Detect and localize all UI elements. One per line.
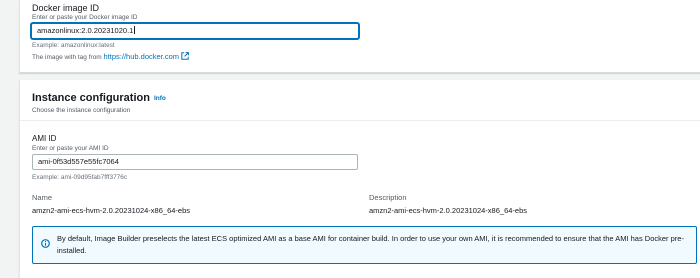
ami-id-value: ami-0f53d557e55fc7064 [38,157,119,166]
text-caret [134,26,136,34]
docker-image-id-example: Example: amazonlinux:latest [32,42,115,49]
docker-image-id-label: Docker image ID [32,3,100,13]
name-label: Name [32,193,53,202]
ami-id-label: AMI ID [32,134,57,143]
docker-image-id-value: amazonlinux:2.0.20231020.1 [37,26,134,35]
docker-image-card: Docker image ID Enter or paste your Dock… [19,0,700,73]
docker-preinstall-info-alert: By default, Image Builder preselects the… [32,226,697,264]
docker-hub-link[interactable]: https://hub.docker.com [104,52,179,61]
ami-id-description: Enter or paste your AMI ID [32,145,109,152]
instance-configuration-subtitle: Choose the instance configuration [32,107,131,114]
instance-configuration-title: Instance configuration Info [32,92,166,104]
ami-id-example: Example: ami-09d95fab7fff3776c [32,174,128,181]
description-value: amzn2-ami-ecs-hvm-2.0.20231024-x86_64-eb… [369,206,527,215]
docker-image-tag-prefix: The image with tag from [32,54,102,61]
instance-configuration-header: Instance configuration Info Choose the in… [20,80,700,121]
info-circle-icon [41,235,50,248]
instance-configuration-title-text: Instance configuration [32,92,150,104]
instance-configuration-card: Instance configuration Info Choose the in… [19,80,700,278]
external-link-icon[interactable] [181,52,189,60]
name-value: amzn2-ami-ecs-hvm-2.0.20231024-x86_64-eb… [32,206,190,215]
description-label: Description [369,193,407,202]
docker-image-tag-line: The image with tag from https://hub.dock… [32,52,189,61]
card-bottom-strip [20,270,700,278]
docker-image-id-input[interactable]: amazonlinux:2.0.20231020.1 [31,23,359,39]
docker-image-id-description: Enter or paste your Docker image ID [32,14,138,21]
ami-id-input[interactable]: ami-0f53d557e55fc7064 [32,154,358,170]
info-link[interactable]: Info [154,95,166,102]
alert-message: By default, Image Builder preselects the… [57,234,684,255]
